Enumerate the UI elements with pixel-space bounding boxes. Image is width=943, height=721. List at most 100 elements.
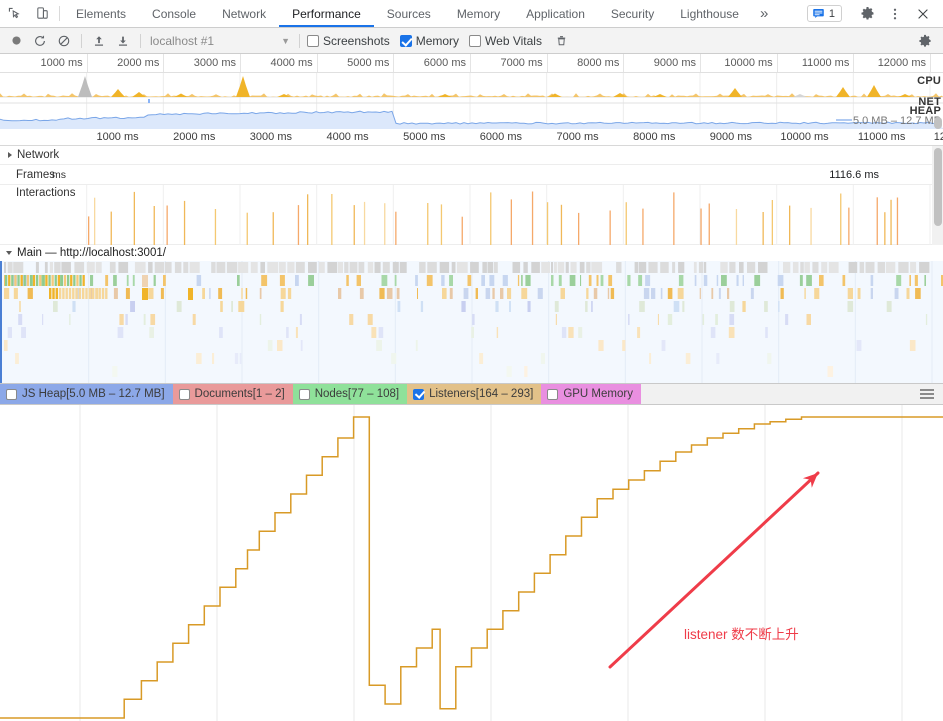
- device-toolbar-icon[interactable]: [28, 0, 56, 27]
- track-interactions[interactable]: Interactions: [0, 185, 943, 245]
- web-vitals-checkbox[interactable]: Web Vitals: [469, 34, 542, 48]
- ruler-tick: [163, 54, 164, 72]
- main-flame-chart[interactable]: [0, 261, 943, 383]
- track-frames-header[interactable]: Frames: [0, 165, 55, 184]
- tab-label: Console: [152, 7, 196, 21]
- ruler-tick: [623, 54, 624, 72]
- ruler-tick: [87, 54, 88, 72]
- inspect-element-icon[interactable]: [0, 0, 28, 27]
- scrollbar-thumb[interactable]: [934, 148, 942, 226]
- record-button[interactable]: [4, 30, 28, 52]
- ruler-tick-label: 10000 ms: [724, 57, 776, 69]
- record-icon: [10, 34, 23, 47]
- ruler-tick-label: 7000 ms: [556, 131, 601, 143]
- overview-ruler-bottom: 1000 ms2000 ms3000 ms4000 ms5000 ms6000 …: [0, 129, 943, 146]
- listeners-line-svg: [0, 405, 943, 721]
- more-tabs-button[interactable]: »: [752, 0, 776, 27]
- checkbox-box: [547, 389, 558, 400]
- download-icon: [116, 34, 130, 48]
- gear-icon[interactable]: [853, 6, 881, 21]
- save-profile-button[interactable]: [111, 30, 135, 52]
- checkbox-box: [413, 389, 424, 400]
- target-select[interactable]: localhost #1 ▼: [146, 34, 294, 48]
- track-network-label: Network: [17, 149, 59, 161]
- counter-chip-documents[interactable]: Documents[1 – 2]: [173, 384, 293, 404]
- clear-recording-button[interactable]: [52, 30, 76, 52]
- counter-menu-icon[interactable]: [911, 384, 943, 404]
- checkbox-box: [299, 389, 310, 400]
- tab-lighthouse[interactable]: Lighthouse: [667, 0, 752, 27]
- main-track-header[interactable]: Main — http://localhost:3001/: [0, 245, 943, 261]
- scrollbar-thumb[interactable]: [934, 117, 942, 129]
- overview-scrollbar[interactable]: [932, 117, 943, 129]
- ruler-tick: [317, 54, 318, 72]
- collect-garbage-button[interactable]: [550, 30, 574, 52]
- tab-performance[interactable]: Performance: [279, 0, 374, 27]
- checkbox-box: [307, 35, 319, 47]
- tab-memory[interactable]: Memory: [444, 0, 513, 27]
- ruler-tick: [853, 54, 854, 72]
- track-network-header[interactable]: Network: [0, 146, 59, 164]
- ruler-tick: [393, 54, 394, 72]
- tab-application[interactable]: Application: [513, 0, 598, 27]
- track-network[interactable]: Network: [0, 146, 943, 165]
- tabbar-divider: [59, 6, 60, 21]
- tab-label: Security: [611, 7, 654, 21]
- ruler-tick-label: 4000 ms: [270, 57, 316, 69]
- timeline-tracks[interactable]: Network Frames ms 1116.6 ms Interactions: [0, 146, 943, 245]
- ruler-tick-label: 5000 ms: [347, 57, 393, 69]
- ruler-tick-label: 11000 ms: [858, 131, 909, 143]
- ruler-tick-label: 2000 ms: [117, 57, 163, 69]
- track-interactions-header[interactable]: Interactions: [0, 185, 75, 244]
- tab-elements[interactable]: Elements: [63, 0, 139, 27]
- track-interactions-label: Interactions: [16, 187, 75, 199]
- toolbar-divider-2: [140, 34, 141, 48]
- messages-badge[interactable]: 1: [807, 5, 842, 22]
- chevron-right-icon: [8, 152, 12, 158]
- messages-icon: [812, 7, 825, 20]
- flame-svg: [2, 261, 943, 383]
- track-frames-label: Frames: [16, 169, 55, 181]
- gear-icon: [918, 34, 932, 48]
- counter-label: Nodes[77 – 108]: [315, 388, 399, 400]
- more-options-icon[interactable]: [881, 7, 909, 21]
- close-icon[interactable]: [909, 7, 937, 21]
- reload-and-record-button[interactable]: [28, 30, 52, 52]
- tab-console[interactable]: Console: [139, 0, 209, 27]
- tab-sources[interactable]: Sources: [374, 0, 444, 27]
- counter-label: GPU Memory: [563, 388, 633, 400]
- ruler-tick-label: 1000 ms: [40, 57, 86, 69]
- ruler-tick-label: 12000 ms: [934, 131, 943, 143]
- clear-icon: [57, 34, 71, 48]
- load-profile-button[interactable]: [87, 30, 111, 52]
- track-frames[interactable]: Frames ms 1116.6 ms: [0, 165, 943, 185]
- tab-label: Performance: [292, 7, 361, 21]
- tab-network[interactable]: Network: [209, 0, 279, 27]
- overview-graphs[interactable]: CPU NET HEAP 5.0 MB – 12.7 MB: [0, 73, 943, 129]
- overview-svg: [0, 73, 943, 129]
- counter-chip-gpu-memory[interactable]: GPU Memory: [541, 384, 641, 404]
- memory-checkbox[interactable]: Memory: [400, 34, 459, 48]
- counter-label: Documents[1 – 2]: [195, 388, 285, 400]
- counter-chip-listeners[interactable]: Listeners[164 – 293]: [407, 384, 541, 404]
- ruler-tick-label: 12000 ms: [878, 57, 930, 69]
- checkbox-box: [469, 35, 481, 47]
- tab-security[interactable]: Security: [598, 0, 667, 27]
- timeline-overview[interactable]: 1000 ms2000 ms3000 ms4000 ms5000 ms6000 …: [0, 54, 943, 146]
- tracks-scrollbar[interactable]: [932, 146, 943, 245]
- screenshots-checkbox[interactable]: Screenshots: [307, 34, 390, 48]
- capture-settings-button[interactable]: [913, 30, 937, 52]
- web-vitals-label: Web Vitals: [485, 34, 542, 48]
- ruler-tick-label: 7000 ms: [500, 57, 546, 69]
- ruler-tick-label: 2000 ms: [173, 131, 218, 143]
- toolbar-divider-1: [81, 34, 82, 48]
- tab-label: Application: [526, 7, 585, 21]
- ruler-tick-label: 9000 ms: [654, 57, 700, 69]
- ruler-tick: [777, 54, 778, 72]
- cpu-label: CPU: [917, 75, 941, 87]
- frames-duration-value: 1116.6 ms: [829, 169, 879, 181]
- counter-chip-js-heap[interactable]: JS Heap[5.0 MB – 12.7 MB]: [0, 384, 173, 404]
- counter-chip-nodes[interactable]: Nodes[77 – 108]: [293, 384, 407, 404]
- tab-label: Network: [222, 7, 266, 21]
- listeners-counter-graph[interactable]: listener 数不断上升: [0, 405, 943, 721]
